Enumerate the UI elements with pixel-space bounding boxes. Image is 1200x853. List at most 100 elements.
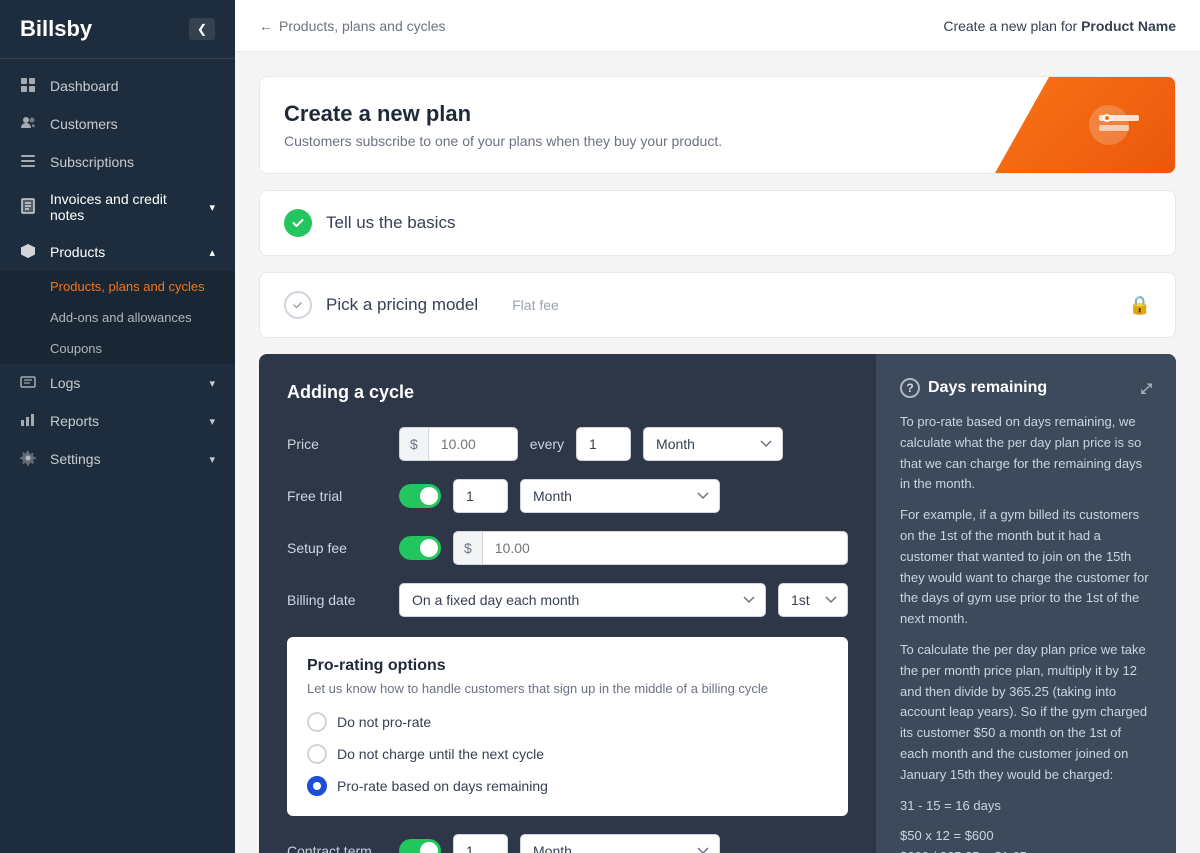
- step2-check-icon: [284, 291, 312, 319]
- sidebar-logo: Billsby ❮: [0, 0, 235, 59]
- sidebar-item-dashboard[interactable]: Dashboard: [0, 67, 235, 105]
- products-label: Products: [50, 244, 105, 260]
- setup-fee-toggle[interactable]: [399, 536, 441, 560]
- prorating-box: Pro-rating options Let us know how to ha…: [287, 637, 848, 816]
- free-trial-toggle[interactable]: [399, 484, 441, 508]
- radio-no-prorate-label: Do not pro-rate: [337, 714, 431, 730]
- logs-label: Logs: [50, 375, 80, 391]
- breadcrumb-text: Products, plans and cycles: [279, 18, 446, 34]
- logs-chevron-icon: ▾: [209, 377, 215, 390]
- expand-icon[interactable]: ⤢: [1141, 380, 1152, 397]
- reports-icon: [20, 412, 38, 430]
- checkmark-icon: [291, 216, 305, 230]
- radio-no-prorate[interactable]: Do not pro-rate: [307, 712, 828, 732]
- sidebar-item-customers[interactable]: Customers: [0, 105, 235, 143]
- contract-term-label: Contract term: [287, 843, 387, 853]
- breadcrumb-link[interactable]: ← Products, plans and cycles: [259, 18, 446, 34]
- contract-term-toggle[interactable]: [399, 839, 441, 853]
- top-bar-title-prefix: Create a new plan for: [943, 18, 1077, 34]
- free-trial-value-input[interactable]: [453, 479, 508, 513]
- help-circle-icon: ?: [900, 378, 920, 398]
- lock-icon: 🔒: [1129, 295, 1151, 316]
- add-ons-label: Add-ons and allowances: [50, 310, 192, 325]
- radio-prorate-days-label: Pro-rate based on days remaining: [337, 778, 548, 794]
- sidebar-item-reports[interactable]: Reports ▾: [0, 402, 235, 440]
- settings-chevron-icon: ▾: [209, 453, 215, 466]
- radio-no-prorate-circle: [307, 712, 327, 732]
- prorating-title: Pro-rating options: [307, 657, 828, 675]
- top-bar: ← Products, plans and cycles Create a ne…: [235, 0, 1200, 52]
- products-icon: [20, 243, 38, 261]
- sidebar-item-logs[interactable]: Logs ▾: [0, 364, 235, 402]
- radio-no-charge-label: Do not charge until the next cycle: [337, 746, 544, 762]
- billing-date-select[interactable]: On a fixed day each month Anniversary of…: [399, 583, 766, 617]
- invoices-label: Invoices and credit notes: [50, 191, 197, 223]
- header-card: Create a new plan Customers subscribe to…: [259, 76, 1176, 174]
- days-remaining-para-3: To calculate the per day plan price we t…: [900, 640, 1152, 786]
- page-subtitle: Customers subscribe to one of your plans…: [284, 133, 722, 149]
- days-remaining-title-row: ? Days remaining ⤢: [900, 378, 1152, 398]
- radio-no-charge-circle: [307, 744, 327, 764]
- reports-label: Reports: [50, 413, 99, 429]
- free-trial-unit-select[interactable]: Month Week Day: [520, 479, 720, 513]
- page-title: Create a new plan: [284, 101, 722, 127]
- breadcrumb-arrow-icon: ←: [259, 18, 273, 34]
- price-interval-value-input[interactable]: [576, 427, 631, 461]
- customers-label: Customers: [50, 116, 118, 132]
- setup-fee-toggle-slider: [399, 536, 441, 560]
- free-trial-label: Free trial: [287, 488, 387, 504]
- sidebar: Billsby ❮ Dashboard Customers Subscripti…: [0, 0, 235, 853]
- step2-sublabel: Flat fee: [512, 297, 559, 313]
- days-remaining-title-text: Days remaining: [928, 379, 1047, 397]
- app-logo: Billsby: [20, 16, 92, 42]
- price-interval-unit-select[interactable]: Month Week Year Day: [643, 427, 783, 461]
- header-illustration: [995, 77, 1175, 173]
- sidebar-item-products[interactable]: Products ▴: [0, 233, 235, 271]
- sidebar-item-add-ons[interactable]: Add-ons and allowances: [0, 302, 235, 333]
- cycle-panel-title: Adding a cycle: [287, 382, 848, 403]
- setup-fee-row: Setup fee $: [287, 531, 848, 565]
- billing-day-select[interactable]: 1st 2nd 3rd 4th 5th: [778, 583, 848, 617]
- step2-check-svg: [292, 299, 304, 311]
- sidebar-item-coupons[interactable]: Coupons: [0, 333, 235, 364]
- settings-icon: [20, 450, 38, 468]
- step1-label: Tell us the basics: [326, 213, 455, 233]
- price-amount-input[interactable]: [428, 427, 518, 461]
- radio-prorate-days[interactable]: Pro-rate based on days remaining: [307, 776, 828, 796]
- days-remaining-para-5: $50 x 12 = $600 $600 / 365.25 = $1.65: [900, 826, 1152, 853]
- free-trial-row: Free trial Month Week Day: [287, 479, 848, 513]
- sidebar-item-subscriptions[interactable]: Subscriptions: [0, 143, 235, 181]
- contract-term-unit-select[interactable]: Month Week Year: [520, 834, 720, 853]
- price-row: Price $ every Month Week Year Day: [287, 427, 848, 461]
- sidebar-item-settings[interactable]: Settings ▾: [0, 440, 235, 478]
- step1-check-icon: [284, 209, 312, 237]
- billing-date-row: Billing date On a fixed day each month A…: [287, 583, 848, 617]
- step2-label: Pick a pricing model: [326, 295, 478, 315]
- sidebar-item-products-plans-cycles[interactable]: Products, plans and cycles: [0, 271, 235, 302]
- radio-prorate-days-circle: [307, 776, 327, 796]
- cycle-form: Adding a cycle Price $ every Month Week …: [259, 354, 876, 853]
- customers-icon: [20, 115, 38, 133]
- setup-fee-currency-symbol: $: [453, 531, 482, 565]
- days-remaining-content: To pro-rate based on days remaining, we …: [900, 412, 1152, 853]
- step2-card: Pick a pricing model Flat fee 🔒: [259, 272, 1176, 338]
- setup-fee-amount-input[interactable]: [482, 531, 848, 565]
- products-plans-cycles-label: Products, plans and cycles: [50, 279, 205, 294]
- days-remaining-panel: ? Days remaining ⤢ To pro-rate based on …: [876, 354, 1176, 853]
- billing-date-select-wrapper: On a fixed day each month Anniversary of…: [399, 583, 766, 617]
- radio-no-charge[interactable]: Do not charge until the next cycle: [307, 744, 828, 764]
- header-card-text: Create a new plan Customers subscribe to…: [284, 101, 722, 149]
- free-trial-toggle-slider: [399, 484, 441, 508]
- sidebar-item-invoices[interactable]: Invoices and credit notes ▾: [0, 181, 235, 233]
- dashboard-icon: [20, 77, 38, 95]
- days-remaining-para-4: 31 - 15 = 16 days: [900, 796, 1152, 817]
- contract-term-toggle-slider: [399, 839, 441, 853]
- days-remaining-para-2: For example, if a gym billed its custome…: [900, 505, 1152, 630]
- top-bar-title: Create a new plan for Product Name: [943, 18, 1176, 34]
- every-label: every: [530, 436, 564, 452]
- top-bar-product-name: Product Name: [1081, 18, 1176, 34]
- sidebar-collapse-button[interactable]: ❮: [189, 18, 215, 40]
- main-content: ← Products, plans and cycles Create a ne…: [235, 0, 1200, 853]
- dashboard-label: Dashboard: [50, 78, 119, 94]
- contract-term-value-input[interactable]: [453, 834, 508, 853]
